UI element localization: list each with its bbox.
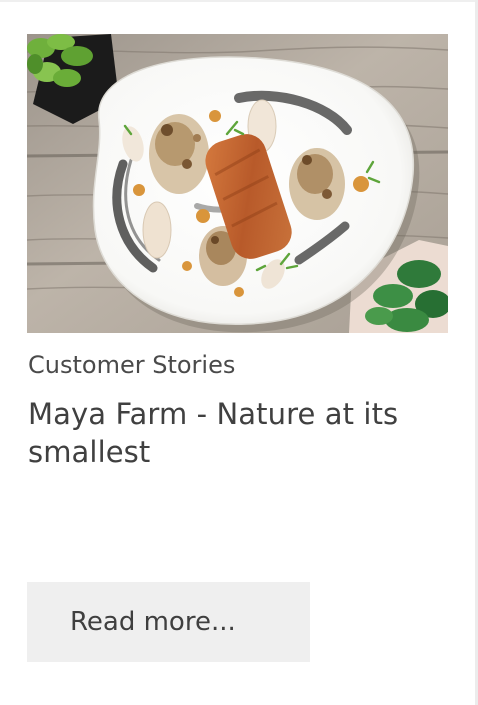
story-category: Customer Stories bbox=[28, 351, 236, 379]
story-image[interactable] bbox=[27, 34, 448, 333]
story-card: Customer Stories Maya Farm - Nature at i… bbox=[0, 0, 478, 705]
read-more-button[interactable]: Read more... bbox=[27, 582, 310, 662]
top-divider bbox=[0, 0, 475, 2]
story-title[interactable]: Maya Farm - Nature at its smallest bbox=[28, 395, 433, 471]
